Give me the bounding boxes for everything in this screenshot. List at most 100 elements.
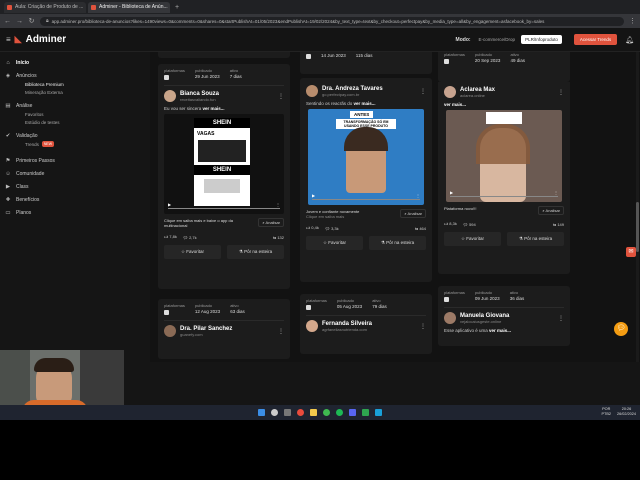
layout-text: PTB2 [601,411,611,416]
chrome-icon[interactable] [297,409,304,416]
home-icon: ⌂ [6,59,10,66]
ad-stats: 👍︎ 0,4k 💬︎ 3,3k ⇆ 464 [306,225,426,231]
page-scrollbar[interactable] [636,52,639,362]
sidebar-item-planos[interactable]: ▭ Planos [4,209,150,218]
facebook-icon [306,54,311,59]
sidebar-item-comunidade[interactable]: ☺ Comunidade [4,170,150,179]
studio-button[interactable]: ⚗ Pôr na esteira [369,236,426,250]
author-name: Dra. Andreza Tavares [322,85,383,92]
video-menu-icon[interactable]: ⋮ [554,190,558,195]
favorite-button[interactable]: ☆ Favoritar [306,236,363,250]
studio-button[interactable]: ⚗ Pôr na esteira [507,232,564,246]
analyze-label: Analisar [265,220,280,225]
windows-start-icon[interactable] [258,409,265,416]
spotify-icon[interactable] [336,409,343,416]
mode-ecommerce[interactable]: E-commerce/Drop [479,37,516,42]
ad-stats: 👍︎ 8,3k 💬︎ 594 ⇆ 149 [444,221,564,227]
task-view-icon[interactable] [284,409,291,416]
sidebar-item-validacao[interactable]: ✔ Validação [4,131,150,140]
forward-icon[interactable]: → [16,18,23,25]
logo[interactable]: ≡ ◣ Adminer [6,34,156,45]
ad-meta: plataformas publicado 12 Aug 2023 ativo 63… [164,303,284,316]
analyze-button[interactable]: ⌕ Analisar [538,206,564,215]
reload-icon[interactable]: ↻ [28,17,35,25]
feedback-icon[interactable]: ✉ [626,247,636,257]
sidebar-item-label: Análise [16,102,33,109]
author-site: go.perfectpay.com.br [322,91,360,97]
ad-author: Fernanda Silveira agrfaneliasnutrienda.co… [306,320,426,332]
ad-card: plataformas publicado 20 Sep 2023 ativo 49… [438,52,570,82]
sidebar-sub-biblioteca[interactable]: Biblioteca Premium [4,80,150,89]
app-icon[interactable] [362,409,369,416]
avatar [444,86,456,98]
ad-card: Aclarea Max aclarea.online ⋮ ver mais... … [438,82,570,274]
search-icon[interactable] [271,409,278,416]
new-tab-icon[interactable]: + [172,4,182,11]
ad-video[interactable]: ANTES TRANSFORMAÇÃO SÓ EM USANDO ESSE PR… [308,109,424,205]
play-icon[interactable]: ▶ [168,202,171,207]
trends-button[interactable]: Acessar Trends [573,34,618,45]
ad-card: plataformas publicado 05 Aug 2023 ativo 79… [300,294,432,354]
back-icon[interactable]: ← [4,18,11,25]
author-site: vejalocaiusgeste.online [460,318,502,324]
comments: 💬︎ 594 [462,221,476,227]
browser-tab[interactable]: Aula: Criação de Produto de ...✕ [4,1,86,13]
sidebar-item-inicio[interactable]: ⌂ Início [4,58,150,67]
sidebar-sub-trends[interactable]: Trends NEW [4,140,150,149]
ad-video[interactable]: ▶ ⋮ [446,110,562,202]
app-icon[interactable] [323,409,330,416]
sidebar-item-label: Início [16,59,30,66]
sidebar: ⌂ Início ◈ Anúncios Biblioteca Premium Min… [0,52,150,362]
more-options-icon[interactable]: ⋮ [558,315,564,322]
see-more-link[interactable]: ver mais... [489,328,511,333]
author-name: Fernanda Silveira [322,320,373,327]
published-label: publicado [194,68,213,73]
studio-button[interactable]: ⚗ Pôr na esteira [227,245,284,259]
ad-video[interactable]: SHEIN VAGAS SHEIN ▶ ⋮ [164,114,284,214]
ad-meta: plataformas publicado 20 Sep 2023 ativo 49… [444,52,564,65]
play-icon[interactable]: ▶ [312,193,315,198]
chat-icon[interactable]: 💬︎ [614,322,628,336]
more-options-icon[interactable]: ⋮ [420,88,426,95]
language-indicator[interactable]: POR PTB2 [601,407,611,416]
app-icon[interactable] [375,409,382,416]
published-date: 09 Jun 2023 [474,296,500,301]
folder-icon[interactable] [310,409,317,416]
sidebar-item-anuncios[interactable]: ◈ Anúncios [4,71,150,80]
url-field[interactable]: 🔒︎ app.adminer.pro/biblioteca-de-anuncios… [40,16,624,26]
sidebar-sub-estudio[interactable]: Estúdio de testes [4,119,150,128]
favorite-button[interactable]: ☆ Favoritar [444,232,501,246]
clock[interactable]: 20:26 26/02/2024 [617,407,636,416]
video-text: SHEIN [194,165,250,175]
scrollbar-thumb[interactable] [636,202,639,252]
sidebar-item-primeiros-passos[interactable]: ⚑ Primeiros Passos [4,157,150,166]
ad-card: Dra. Andreza Tavares go.perfectpay.com.br… [300,78,432,282]
browser-tab-active[interactable]: Adminer - Biblioteca de Anún...✕ [88,1,170,13]
more-options-icon[interactable]: ⋮ [558,89,564,96]
sidebar-sub-mineracao[interactable]: Mineração Externa [4,89,150,98]
sidebar-sub-favoritos[interactable]: Favoritos [4,110,150,119]
menu-icon[interactable]: ⋮ [629,17,636,25]
platforms-label: plataformas [164,303,185,308]
discord-icon[interactable] [349,409,356,416]
video-menu-icon[interactable]: ⋮ [416,193,420,198]
sidebar-item-beneficios[interactable]: ✚ Benefícios [4,196,150,205]
favorite-button[interactable]: ☆ Favoritar [164,245,221,259]
see-more-link[interactable]: ver mais... [444,102,466,107]
video-menu-icon[interactable]: ⋮ [276,202,280,207]
analyze-button[interactable]: ⌕ Analisar [400,209,426,218]
sidebar-item-class[interactable]: ▶ Class [4,183,150,192]
ad-card: plataformas publicado 09 Jun 2023 ativo 36… [438,286,570,346]
see-more-link[interactable]: ver mais... [354,101,376,106]
mode-plr[interactable]: PLR/Infoproduto [521,35,562,44]
more-options-icon[interactable]: ⋮ [278,328,284,335]
hamburger-icon[interactable]: ≡ [6,35,11,44]
play-icon[interactable]: ▶ [450,190,453,195]
more-options-icon[interactable]: ⋮ [420,323,426,330]
time-text: 20:26 [621,407,632,411]
see-more-link[interactable]: ver mais... [203,106,225,111]
bell-icon[interactable]: 🔔︎ [625,36,634,44]
more-options-icon[interactable]: ⋮ [278,93,284,100]
sidebar-item-analise[interactable]: ▤ Análise [4,101,150,110]
analyze-button[interactable]: ⌕ Analisar [258,218,284,227]
